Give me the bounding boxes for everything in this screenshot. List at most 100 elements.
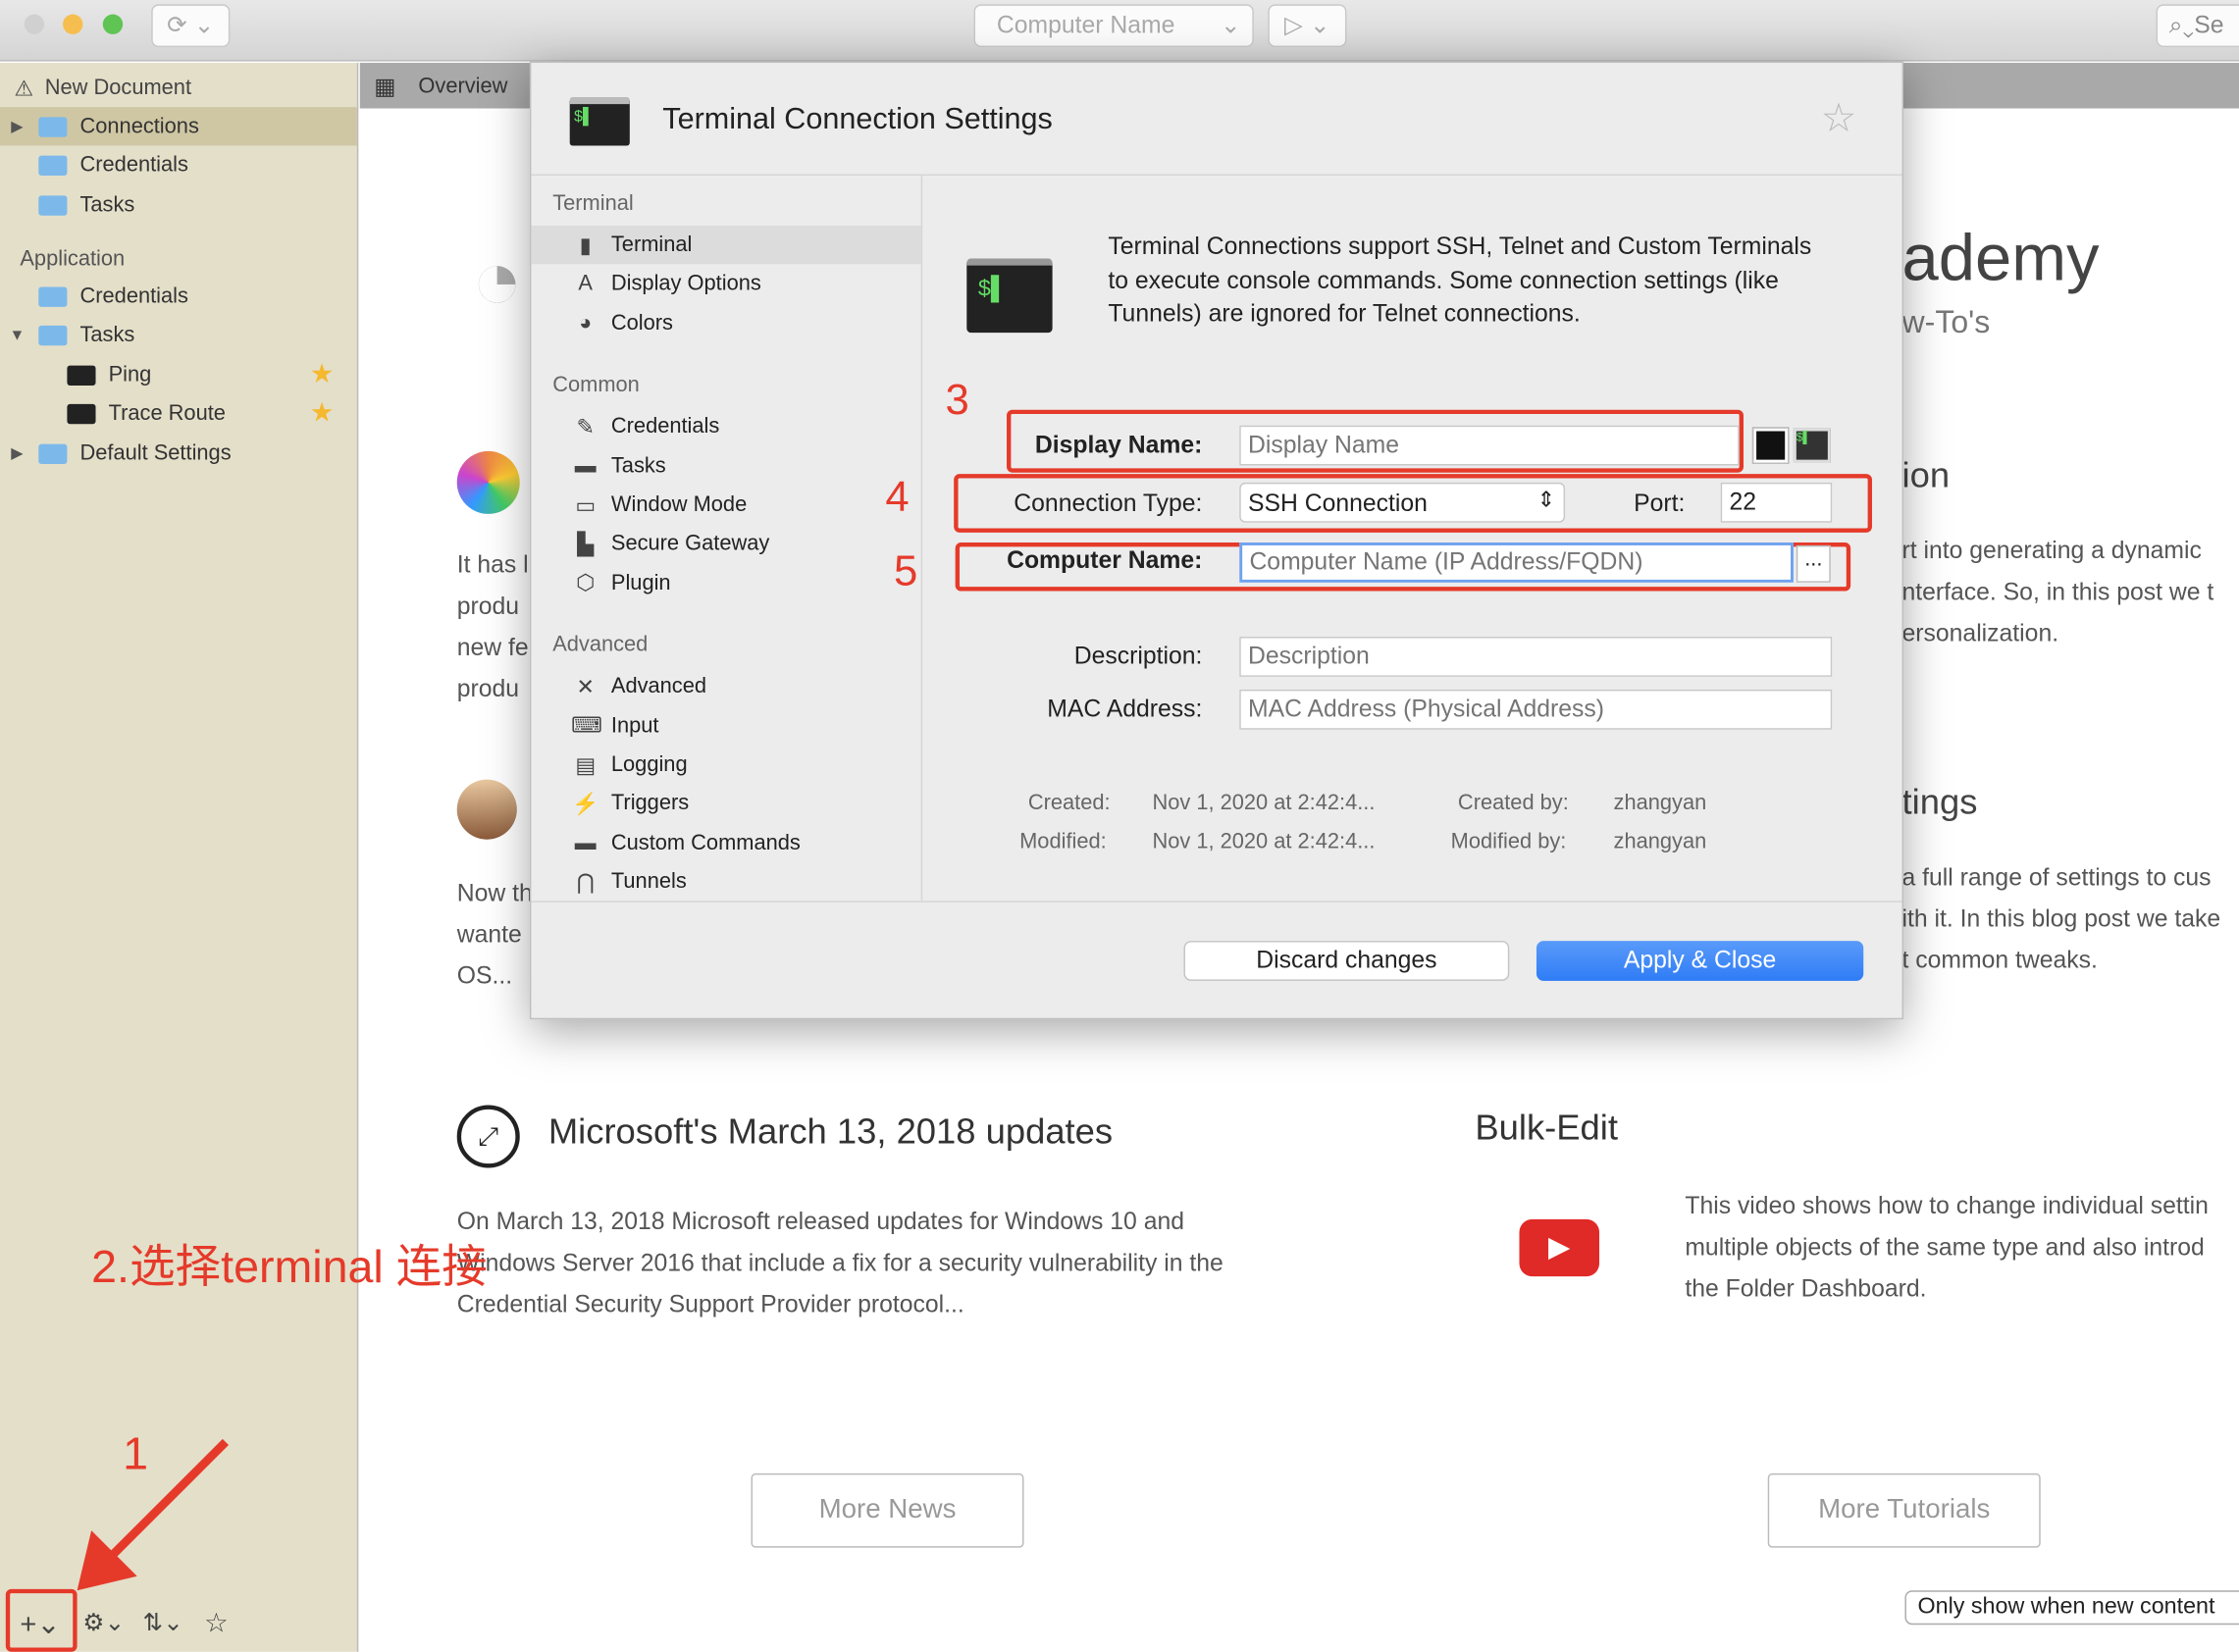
nav-item-input[interactable]: ⌨ Input: [531, 706, 920, 745]
discard-changes-button[interactable]: Discard changes: [1183, 941, 1510, 981]
nav-item-terminal[interactable]: ▮ Terminal: [531, 225, 921, 265]
nav-item-triggers[interactable]: ⚡ Triggers: [531, 785, 920, 823]
nav-item-label: Terminal: [610, 232, 693, 257]
tunnels-icon: ⋂: [576, 870, 595, 896]
nav-item-label: Secure Gateway: [610, 531, 770, 556]
annotation-arrow: [77, 1438, 230, 1591]
text-line: new fe: [456, 634, 529, 661]
nav-section-advanced: Advanced: [552, 632, 649, 657]
bulk-edit-title[interactable]: Bulk-Edit: [1475, 1108, 1618, 1149]
connection-type-label: Connection Type:: [1014, 490, 1203, 517]
only-show-new-content-select[interactable]: Only show when new content: [1904, 1590, 2239, 1626]
terminal-icon: ▮: [579, 232, 592, 258]
computer-name-input[interactable]: [1239, 542, 1794, 583]
text-line: Now th: [456, 879, 533, 907]
disclosure-open-icon[interactable]: ▼: [7, 327, 26, 343]
sidebar-item-app-tasks[interactable]: ▼ Tasks: [0, 316, 357, 354]
sidebar-item-label: Connections: [79, 114, 199, 139]
chevron-down-icon: ⌄: [1220, 11, 1241, 39]
sync-icon[interactable]: ⇅⌄: [143, 1609, 183, 1637]
refresh-menu-button[interactable]: ⟳ ⌄: [151, 4, 231, 48]
minimize-button[interactable]: [63, 14, 83, 34]
star-icon[interactable]: ★: [310, 358, 335, 390]
description-label: Description:: [1073, 642, 1203, 670]
sidebar-item-tasks[interactable]: Tasks: [0, 185, 357, 224]
star-icon[interactable]: ☆: [204, 1608, 229, 1640]
academy-heading: ademy: [1901, 220, 2100, 294]
nav-item-tunnels[interactable]: ⋂ Tunnels: [531, 862, 920, 901]
mac-address-input[interactable]: [1239, 689, 1833, 730]
zoom-button[interactable]: [102, 14, 124, 34]
created-value: Nov 1, 2020 at 2:42:4...: [1152, 791, 1376, 816]
apply-close-button[interactable]: Apply & Close: [1536, 941, 1864, 981]
sidebar-item-credentials[interactable]: Credentials: [0, 145, 357, 183]
mac-address-label: MAC Address:: [1047, 695, 1203, 723]
sidebar-item-ping[interactable]: Ping ★: [0, 355, 357, 393]
nav-item-label: Plugin: [610, 570, 671, 595]
sidebar-item-default-settings[interactable]: ▶ Default Settings: [0, 434, 357, 472]
gear-icon[interactable]: ⚙⌄: [82, 1609, 125, 1637]
more-news-button[interactable]: More News: [751, 1472, 1024, 1548]
youtube-play-icon[interactable]: ▶: [1519, 1218, 1600, 1277]
sidebar-document[interactable]: ⚠ New Document: [0, 69, 357, 107]
toolbar: ⟳ ⌄ Computer Name ⌄ ▷ ⌄ ⌕⌄ Se: [0, 0, 2239, 62]
nav-item-display-options[interactable]: A Display Options: [531, 265, 920, 303]
nav-item-window-mode[interactable]: ▭ Window Mode: [531, 486, 920, 524]
nav-item-advanced[interactable]: ✕ Advanced: [531, 667, 920, 705]
disclosure-icon[interactable]: ▶: [7, 444, 26, 462]
sidebar-section-application: Application: [20, 246, 126, 272]
modified-by-label: Modified by:: [1450, 829, 1567, 854]
tab-overview[interactable]: Overview: [418, 75, 507, 99]
nav-item-logging[interactable]: ▤ Logging: [531, 746, 920, 784]
nav-item-credentials[interactable]: ✎ Credentials: [531, 407, 920, 445]
created-label: Created:: [1027, 791, 1111, 816]
warning-icon: ⚠: [14, 76, 34, 101]
more-tutorials-button[interactable]: More Tutorials: [1767, 1472, 2041, 1548]
sidebar-item-label: Tasks: [79, 322, 135, 347]
connection-type-select[interactable]: SSH Connection ⇕: [1239, 482, 1566, 523]
nav-item-tasks[interactable]: ▬ Tasks: [531, 446, 920, 485]
nav-item-custom-commands[interactable]: ▬ Custom Commands: [531, 823, 920, 861]
modified-label: Modified:: [1019, 829, 1107, 854]
computer-name-label: Computer Name:: [1007, 546, 1203, 575]
color-swatch-button[interactable]: [1751, 427, 1790, 464]
text-line: nterface. So, in this post we t: [1901, 578, 2214, 606]
sidebar-item-app-credentials[interactable]: Credentials: [0, 277, 357, 315]
text-line: rt into generating a dynamic: [1901, 537, 2202, 564]
icon-picker-button[interactable]: $▌: [1793, 428, 1831, 463]
star-icon[interactable]: ★: [310, 397, 335, 430]
terminal-large-icon: $▌: [966, 258, 1053, 334]
nav-item-label: Credentials: [610, 414, 720, 439]
description-input[interactable]: [1239, 637, 1833, 677]
nav-item-secure-gateway[interactable]: ▙ Secure Gateway: [531, 525, 920, 563]
article-text: rt into generating a dynamic nterface. So…: [1902, 530, 2214, 654]
annotation-box-1: [5, 1588, 78, 1652]
nav-item-colors[interactable]: ◕ Colors: [531, 304, 920, 342]
browse-button[interactable]: ...: [1796, 544, 1831, 583]
nav-item-plugin[interactable]: ⬡ Plugin: [531, 564, 920, 602]
sidebar-item-label: Credentials: [79, 152, 188, 178]
folder-icon: [38, 442, 68, 464]
nav-item-label: Advanced: [610, 674, 706, 698]
disclosure-icon[interactable]: ▶: [7, 117, 26, 135]
sidebar-item-trace-route[interactable]: Trace Route ★: [0, 394, 357, 433]
text-line: produ: [456, 675, 520, 703]
display-name-input[interactable]: [1239, 425, 1740, 466]
text-line: OS...: [456, 961, 513, 990]
play-menu-button[interactable]: ▷ ⌄: [1268, 4, 1347, 48]
computer-name-combo[interactable]: Computer Name ⌄: [973, 4, 1254, 48]
news-title[interactable]: Microsoft's March 13, 2018 updates: [548, 1112, 1113, 1154]
text-line: multiple objects of the same type and al…: [1685, 1233, 2205, 1262]
settings-text: a full range of settings to cus ith it. I…: [1902, 856, 2221, 981]
secure-gateway-icon: ▙: [577, 532, 595, 557]
sidebar-item-connections[interactable]: ▶ Connections: [0, 107, 357, 146]
port-input[interactable]: [1720, 482, 1833, 523]
close-button[interactable]: [24, 14, 45, 34]
favorite-star-icon[interactable]: ☆: [1821, 94, 1857, 141]
howtos-subheading: w-To's: [1901, 303, 1991, 340]
text-line: This video shows how to change individua…: [1685, 1192, 2209, 1219]
nav-section-terminal: Terminal: [552, 191, 634, 216]
search-field[interactable]: ⌕⌄ Se: [2156, 4, 2239, 48]
folder-icon: [38, 325, 68, 345]
divider: [920, 176, 923, 902]
